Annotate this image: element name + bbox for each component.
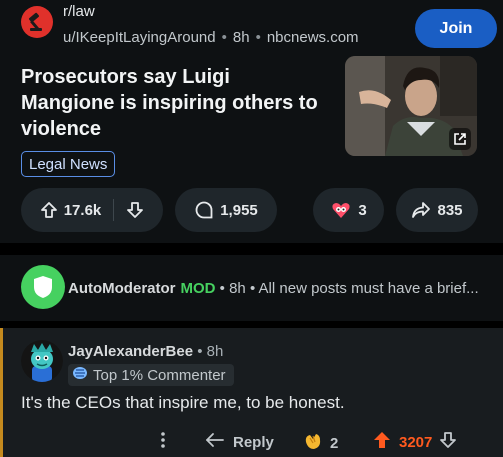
upvote-count: 17.6k bbox=[63, 201, 102, 219]
subreddit-name[interactable]: r/law bbox=[63, 4, 95, 20]
upvote-icon[interactable] bbox=[40, 201, 58, 219]
comment-meta: JayAlexanderBee • 8h bbox=[68, 343, 223, 360]
meta-separator: • bbox=[221, 29, 227, 46]
meta-separator: • bbox=[255, 29, 261, 46]
join-button[interactable]: Join bbox=[415, 9, 497, 48]
comments-button[interactable]: 1,955 bbox=[175, 188, 277, 232]
share-button[interactable]: 835 bbox=[396, 188, 478, 232]
post-title[interactable]: Prosecutors say Luigi Mangione is inspir… bbox=[21, 64, 321, 142]
commenter-badge[interactable]: Top 1% Commenter bbox=[68, 364, 234, 386]
upvote-filled-icon[interactable] bbox=[372, 430, 392, 454]
mod-badge: MOD bbox=[180, 280, 216, 297]
automod-name[interactable]: AutoModerator bbox=[68, 280, 176, 297]
vote-separator bbox=[113, 199, 115, 221]
post-card: r/law u/IKeepItLayingAround • 8h • nbcnews.c… bbox=[0, 0, 503, 243]
post-thumbnail[interactable] bbox=[345, 56, 477, 156]
meta-separator: • bbox=[245, 280, 259, 297]
comment-award-count: 2 bbox=[330, 434, 339, 452]
post-meta: u/IKeepItLayingAround • 8h • nbcnews.com bbox=[63, 30, 359, 46]
award-icon bbox=[330, 200, 352, 220]
downvote-icon[interactable] bbox=[439, 431, 457, 453]
comment-age: 8h bbox=[206, 343, 224, 360]
comment-actions: Reply 2 3207 bbox=[0, 428, 503, 456]
meta-separator: • bbox=[215, 280, 230, 297]
post-age: 8h bbox=[232, 29, 250, 46]
automod-age: 8h bbox=[229, 280, 246, 297]
section-divider bbox=[0, 243, 503, 255]
comment-vote: 3207 bbox=[372, 430, 457, 454]
post-flair[interactable]: Legal News bbox=[21, 151, 116, 177]
comment-award-button[interactable]: 2 bbox=[302, 430, 338, 456]
comment-count: 1,955 bbox=[220, 201, 258, 219]
reply-label: Reply bbox=[233, 433, 274, 451]
subreddit-avatar-gavel-icon[interactable] bbox=[21, 6, 53, 38]
share-count: 835 bbox=[437, 201, 463, 219]
comment-body: It's the CEOs that inspire me, to be hon… bbox=[21, 393, 345, 412]
automod-shield-icon[interactable] bbox=[21, 265, 65, 309]
more-options-icon[interactable] bbox=[160, 430, 166, 455]
post-author[interactable]: u/IKeepItLayingAround bbox=[63, 29, 216, 46]
reply-button[interactable]: Reply bbox=[205, 432, 274, 452]
clapping-hands-icon bbox=[302, 430, 324, 456]
reply-arrow-icon bbox=[205, 432, 225, 452]
automod-comment-row[interactable]: AutoModerator MOD • 8h • All new posts mu… bbox=[0, 255, 503, 321]
vote-pill: 17.6k bbox=[21, 188, 163, 232]
external-link-icon[interactable] bbox=[449, 128, 471, 150]
comment-bubble-icon bbox=[194, 200, 214, 220]
automod-preview: All new posts must have a brief... bbox=[258, 280, 479, 297]
section-divider bbox=[0, 321, 503, 328]
commenter-badge-label: Top 1% Commenter bbox=[93, 366, 226, 384]
meta-separator: • bbox=[193, 343, 207, 360]
comment-score: 3207 bbox=[399, 433, 433, 451]
downvote-icon[interactable] bbox=[126, 201, 144, 219]
comment-author[interactable]: JayAlexanderBee bbox=[68, 343, 193, 360]
share-arrow-icon bbox=[411, 201, 431, 219]
top-commenter-icon bbox=[72, 366, 88, 384]
automod-text: AutoModerator MOD • 8h • All new posts mu… bbox=[68, 280, 479, 297]
comment-avatar[interactable] bbox=[21, 340, 63, 382]
awards-button[interactable]: 3 bbox=[313, 188, 384, 232]
post-domain[interactable]: nbcnews.com bbox=[267, 29, 359, 46]
award-count: 3 bbox=[358, 201, 367, 219]
comment-card: JayAlexanderBee • 8h Top 1% Commenter It… bbox=[0, 328, 503, 457]
